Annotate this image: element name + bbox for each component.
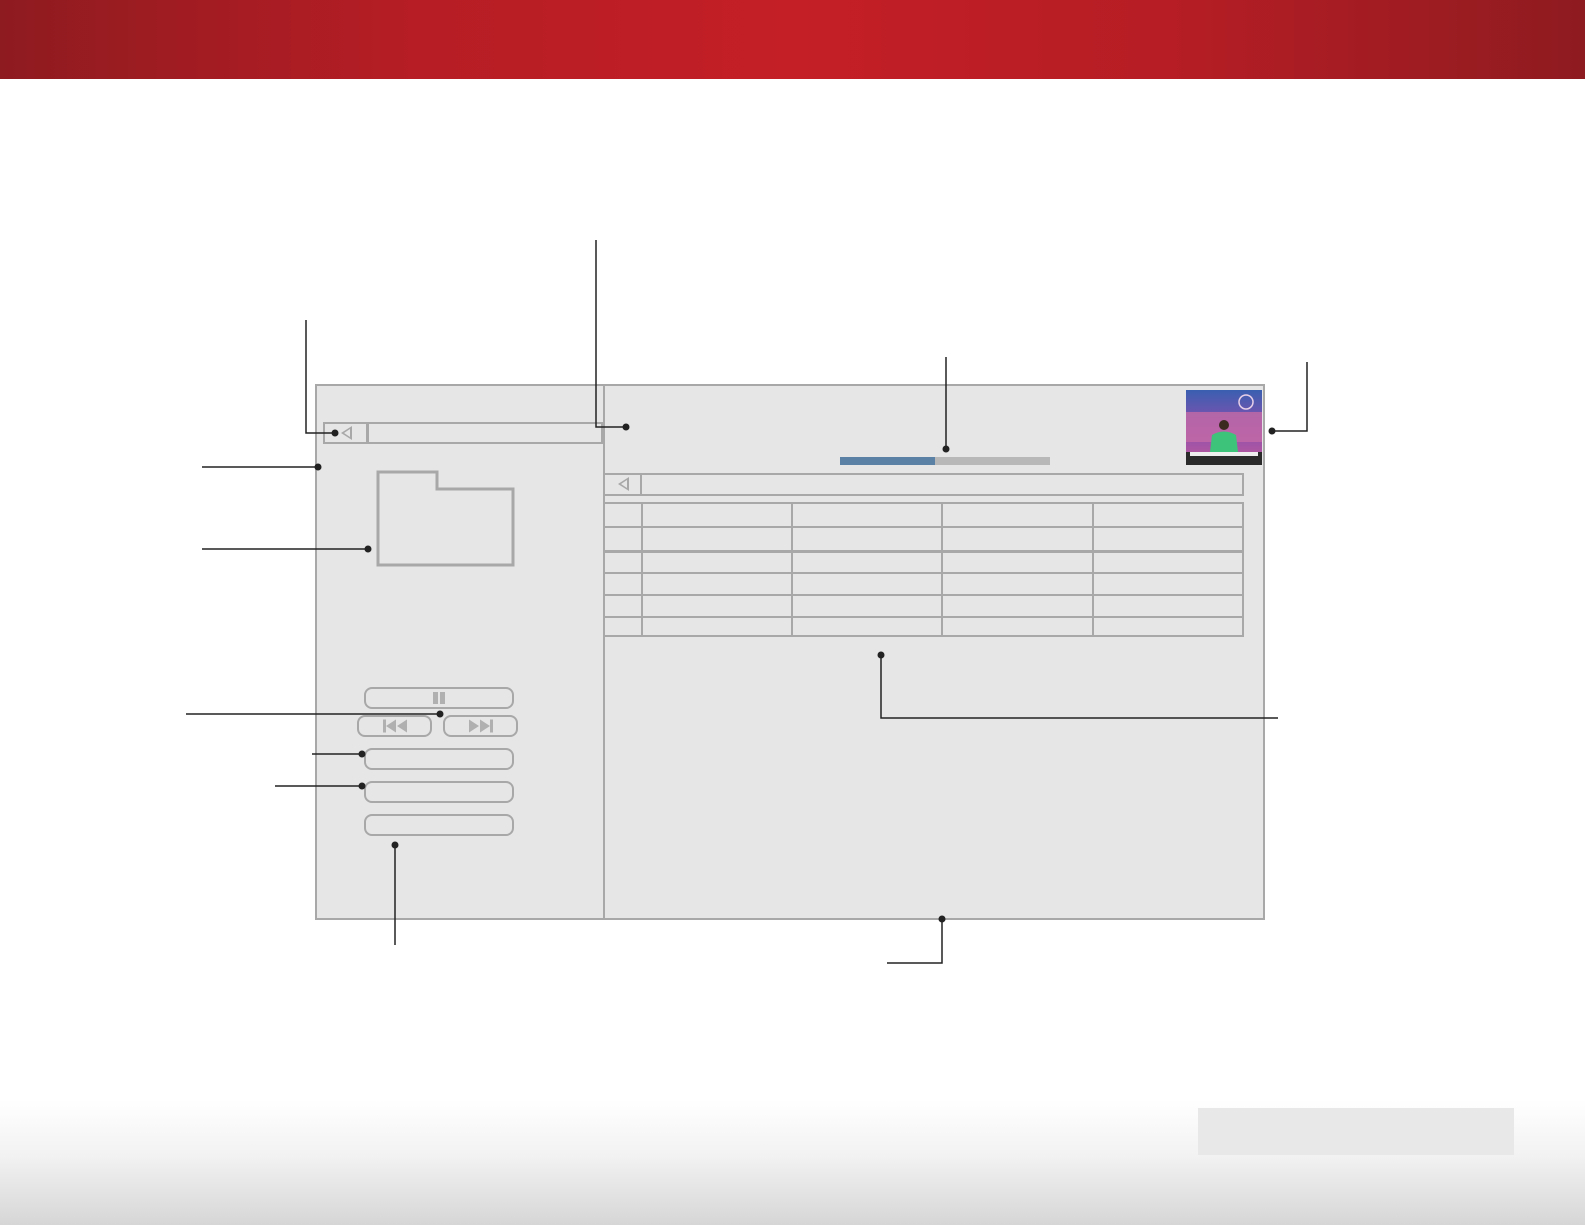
callout-lines: [186, 240, 1308, 964]
page-number-tab: [1198, 1108, 1514, 1155]
callout-line-file-list: [880, 655, 1278, 719]
callout-line-thumbnail: [1272, 362, 1308, 432]
callout-line-screen: [887, 919, 943, 964]
callout-line-current-folder: [595, 240, 626, 428]
callout-line-path-back: [305, 320, 335, 434]
